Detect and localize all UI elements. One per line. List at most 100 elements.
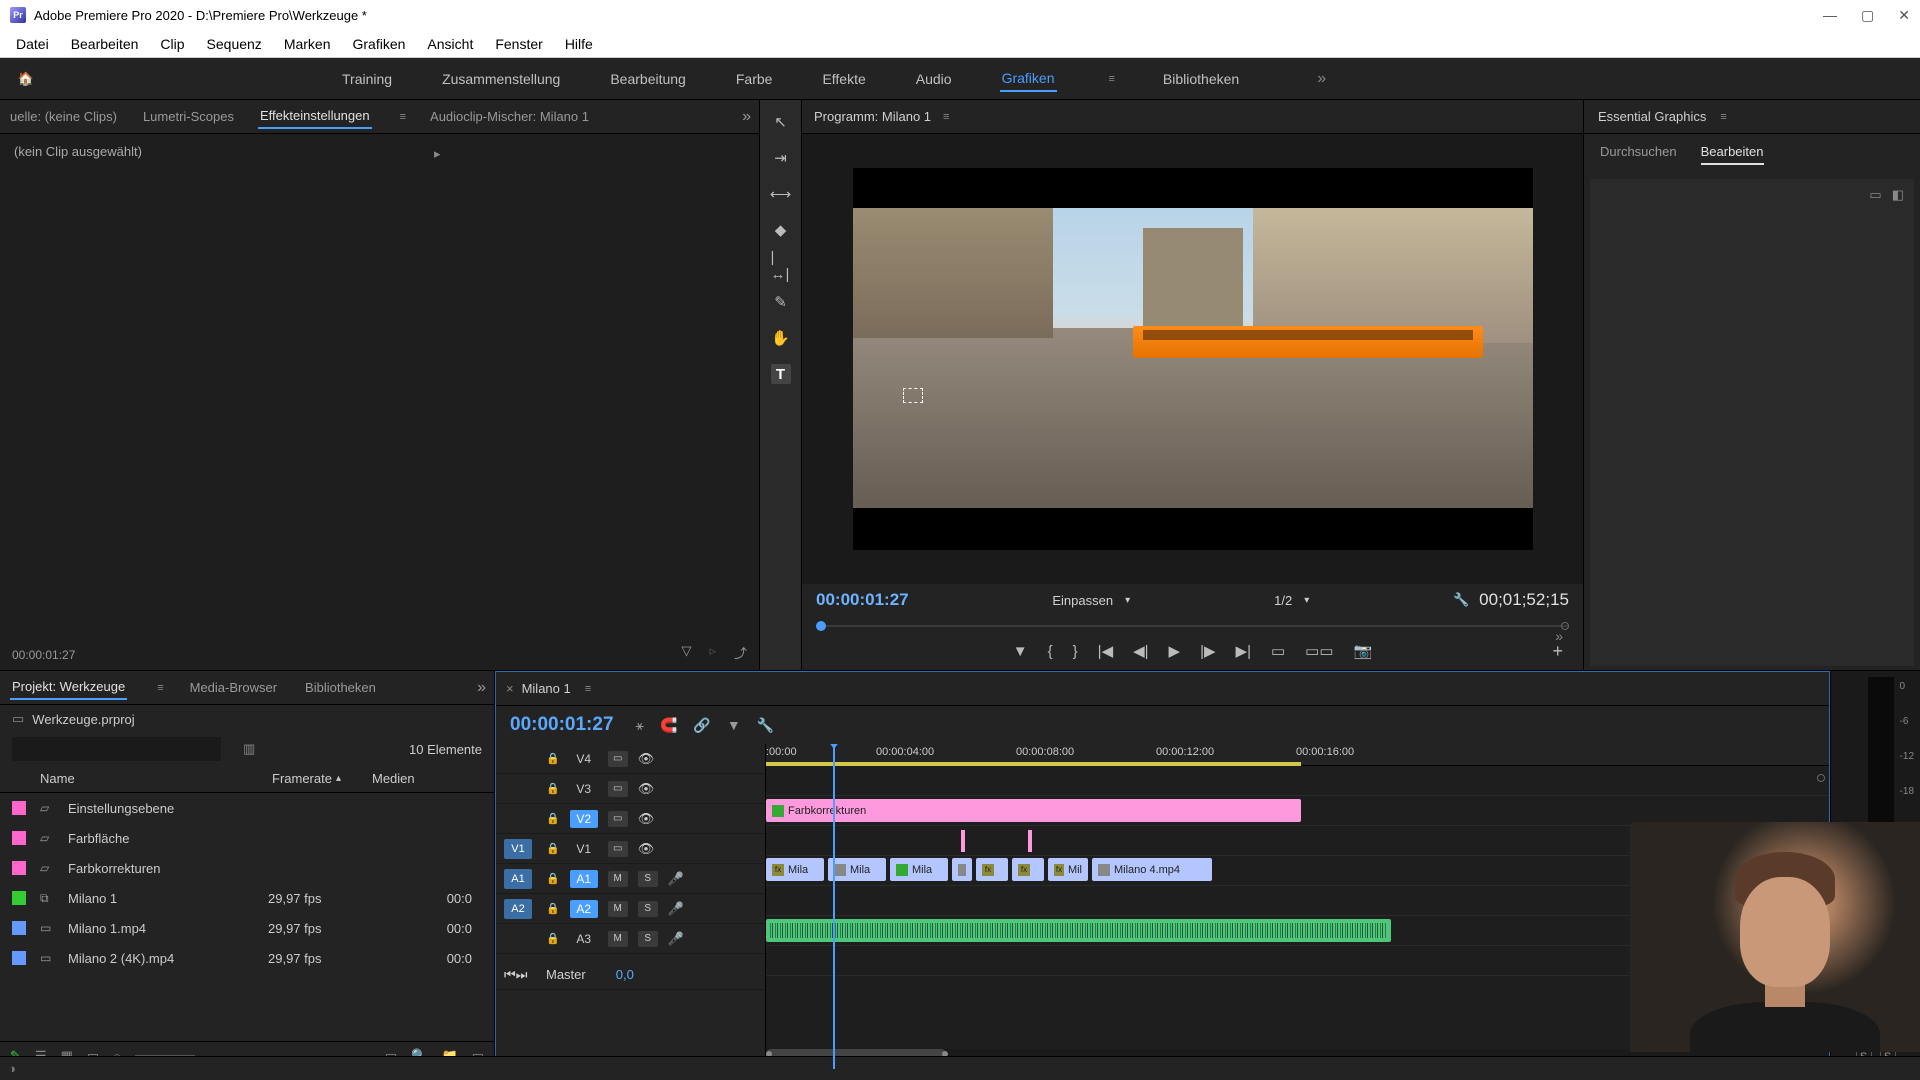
tab-projekt[interactable]: Projekt: Werkzeuge xyxy=(10,675,127,700)
toggle-effects-icon[interactable]: ▹ xyxy=(709,643,716,662)
audio-clip[interactable]: fx xyxy=(766,919,1391,942)
hand-tool[interactable]: ✋ xyxy=(771,328,791,348)
workspace-audio[interactable]: Audio xyxy=(914,67,954,91)
voice-over-icon[interactable]: 🎤 xyxy=(668,931,684,947)
zoom-dropdown[interactable]: 1/2 xyxy=(1274,593,1292,608)
project-search-input[interactable] xyxy=(12,737,221,761)
tab-media-browser[interactable]: Media-Browser xyxy=(188,676,279,699)
project-item[interactable]: ▭ Milano 2 (4K).mp4 29,97 fps 00:0 xyxy=(0,943,494,973)
timeline-ruler[interactable]: :00:0000:00:04:0000:00:08:0000:00:12:000… xyxy=(766,744,1829,766)
export-frame-button[interactable]: 📷 xyxy=(1354,642,1373,660)
video-clip[interactable]: Mila xyxy=(890,858,948,881)
filter-icon[interactable]: ▽ xyxy=(681,643,691,662)
menu-fenster[interactable]: Fenster xyxy=(485,32,552,56)
lift-button[interactable]: ▭ xyxy=(1271,642,1285,660)
mute-icon[interactable]: M xyxy=(608,901,628,917)
menu-ansicht[interactable]: Ansicht xyxy=(417,32,483,56)
menu-bearbeiten[interactable]: Bearbeiten xyxy=(61,32,149,56)
source-patch-a1[interactable]: A1 xyxy=(504,869,532,889)
workspace-zusammenstellung[interactable]: Zusammenstellung xyxy=(440,67,562,91)
workspace-bearbeitung[interactable]: Bearbeitung xyxy=(608,67,688,91)
track-a1-header[interactable]: A1 🔒 A1 M S 🎤 xyxy=(496,864,765,894)
program-scrubber[interactable] xyxy=(816,616,1569,636)
mark-in-button[interactable]: { xyxy=(1048,643,1053,660)
slip-tool[interactable]: |↔| xyxy=(771,256,791,276)
source-patch-a2[interactable]: A2 xyxy=(504,899,532,919)
eye-icon[interactable]: 👁 xyxy=(638,811,655,827)
go-to-out-button[interactable]: ▶| xyxy=(1236,642,1251,660)
workspace-farbe[interactable]: Farbe xyxy=(734,67,775,91)
video-clip[interactable]: fx xyxy=(976,858,1008,881)
lock-icon[interactable]: 🔒 xyxy=(546,812,560,825)
mute-icon[interactable]: M xyxy=(608,931,628,947)
clip-dropdown-icon[interactable]: ▸ xyxy=(434,146,441,162)
track-output-icon[interactable]: ▭ xyxy=(608,751,628,767)
lock-icon[interactable]: 🔒 xyxy=(546,902,560,915)
menu-clip[interactable]: Clip xyxy=(150,32,194,56)
eg-tab-bearbeiten[interactable]: Bearbeiten xyxy=(1701,144,1764,165)
tab-menu-icon[interactable]: ≡ xyxy=(400,111,406,123)
solo-icon[interactable]: S xyxy=(638,901,658,917)
tab-bibliotheken-lower[interactable]: Bibliotheken xyxy=(303,676,378,699)
menu-grafiken[interactable]: Grafiken xyxy=(343,32,416,56)
solo-icon[interactable]: S xyxy=(638,871,658,887)
fit-dropdown-arrow[interactable]: ▾ xyxy=(1125,595,1130,606)
timeline-timecode[interactable]: 00:00:01:27 xyxy=(510,714,614,736)
video-clip[interactable]: Milano 4.mp4 xyxy=(1092,858,1212,881)
program-timecode-left[interactable]: 00:00:01:27 xyxy=(816,590,909,610)
video-clip[interactable]: Mila xyxy=(828,858,886,881)
project-item[interactable]: ⧉ Milano 1 29,97 fps 00:0 xyxy=(0,883,494,913)
video-clip[interactable]: fx xyxy=(1012,858,1044,881)
project-item[interactable]: ▭ Milano 1.mp4 29,97 fps 00:0 xyxy=(0,913,494,943)
eg-new-layer-icon[interactable]: ◧ xyxy=(1892,187,1904,203)
home-button[interactable]: 🏠 xyxy=(12,65,40,93)
timeline-settings-icon[interactable]: 🔧 xyxy=(757,717,774,734)
tab-audioclip-mischer[interactable]: Audioclip-Mischer: Milano 1 xyxy=(428,105,591,128)
go-to-in-button[interactable]: |◀ xyxy=(1098,642,1113,660)
track-output-icon[interactable]: ▭ xyxy=(608,781,628,797)
selection-tool[interactable]: ↖ xyxy=(771,112,791,132)
workspace-menu-icon[interactable]: ≡ xyxy=(1109,73,1115,85)
project-item[interactable]: ▱ Einstellungsebene xyxy=(0,793,494,823)
menu-sequenz[interactable]: Sequenz xyxy=(197,32,272,56)
razor-tool[interactable]: ◆ xyxy=(771,220,791,240)
linked-selection-icon[interactable]: 🔗 xyxy=(693,717,710,734)
tab-source[interactable]: uelle: (keine Clips) xyxy=(8,105,119,128)
track-a3-header[interactable]: 🔒 A3 M S 🎤 xyxy=(496,924,765,954)
playhead[interactable] xyxy=(833,744,835,1069)
maximize-button[interactable]: ▢ xyxy=(1861,7,1874,24)
freeform-view-icon[interactable]: ▥ xyxy=(243,741,255,757)
type-tool[interactable]: T xyxy=(771,364,791,384)
workspace-overflow-icon[interactable]: » xyxy=(1317,70,1326,88)
master-track-header[interactable]: ⏮⏭ Master 0,0 xyxy=(496,960,765,990)
header-framerate[interactable]: Framerate ▴ xyxy=(272,771,372,786)
source-patch-v1[interactable]: V1 xyxy=(504,839,532,859)
track-a2-header[interactable]: A2 🔒 A2 M S 🎤 xyxy=(496,894,765,924)
close-sequence-button[interactable]: × xyxy=(506,681,514,696)
lock-icon[interactable]: 🔒 xyxy=(546,782,560,795)
voice-over-icon[interactable]: 🎤 xyxy=(668,871,684,887)
minimize-button[interactable]: — xyxy=(1823,7,1837,24)
zoom-dot[interactable] xyxy=(1817,774,1825,782)
timeline-menu-icon[interactable]: ≡ xyxy=(585,683,591,695)
snap-icon[interactable]: 🧲 xyxy=(660,717,677,734)
tab-effekteinstellungen[interactable]: Effekteinstellungen xyxy=(258,104,372,129)
track-v4-header[interactable]: 🔒 V4 ▭ 👁 xyxy=(496,744,765,774)
lock-icon[interactable]: 🔒 xyxy=(546,752,560,765)
zoom-dropdown-arrow[interactable]: ▾ xyxy=(1304,595,1309,606)
solo-icon[interactable]: S xyxy=(638,931,658,947)
keyframe-icon[interactable]: ⤴ xyxy=(734,643,747,662)
sequence-name[interactable]: Milano 1 xyxy=(522,681,571,696)
video-clip[interactable]: fxMil xyxy=(1048,858,1088,881)
eg-tab-durchsuchen[interactable]: Durchsuchen xyxy=(1600,144,1677,165)
workspace-training[interactable]: Training xyxy=(340,67,394,91)
project-item[interactable]: ▱ Farbfläche xyxy=(0,823,494,853)
add-marker-button[interactable]: ▼ xyxy=(1013,643,1028,660)
project-overflow-icon[interactable]: » xyxy=(477,679,486,697)
text-edit-cursor[interactable] xyxy=(903,388,923,403)
eye-icon[interactable]: 👁 xyxy=(638,841,655,857)
video-clip[interactable] xyxy=(952,858,972,881)
lock-icon[interactable]: 🔒 xyxy=(546,872,560,885)
video-clip[interactable]: fxMila xyxy=(766,858,824,881)
lock-icon[interactable]: 🔒 xyxy=(546,842,560,855)
